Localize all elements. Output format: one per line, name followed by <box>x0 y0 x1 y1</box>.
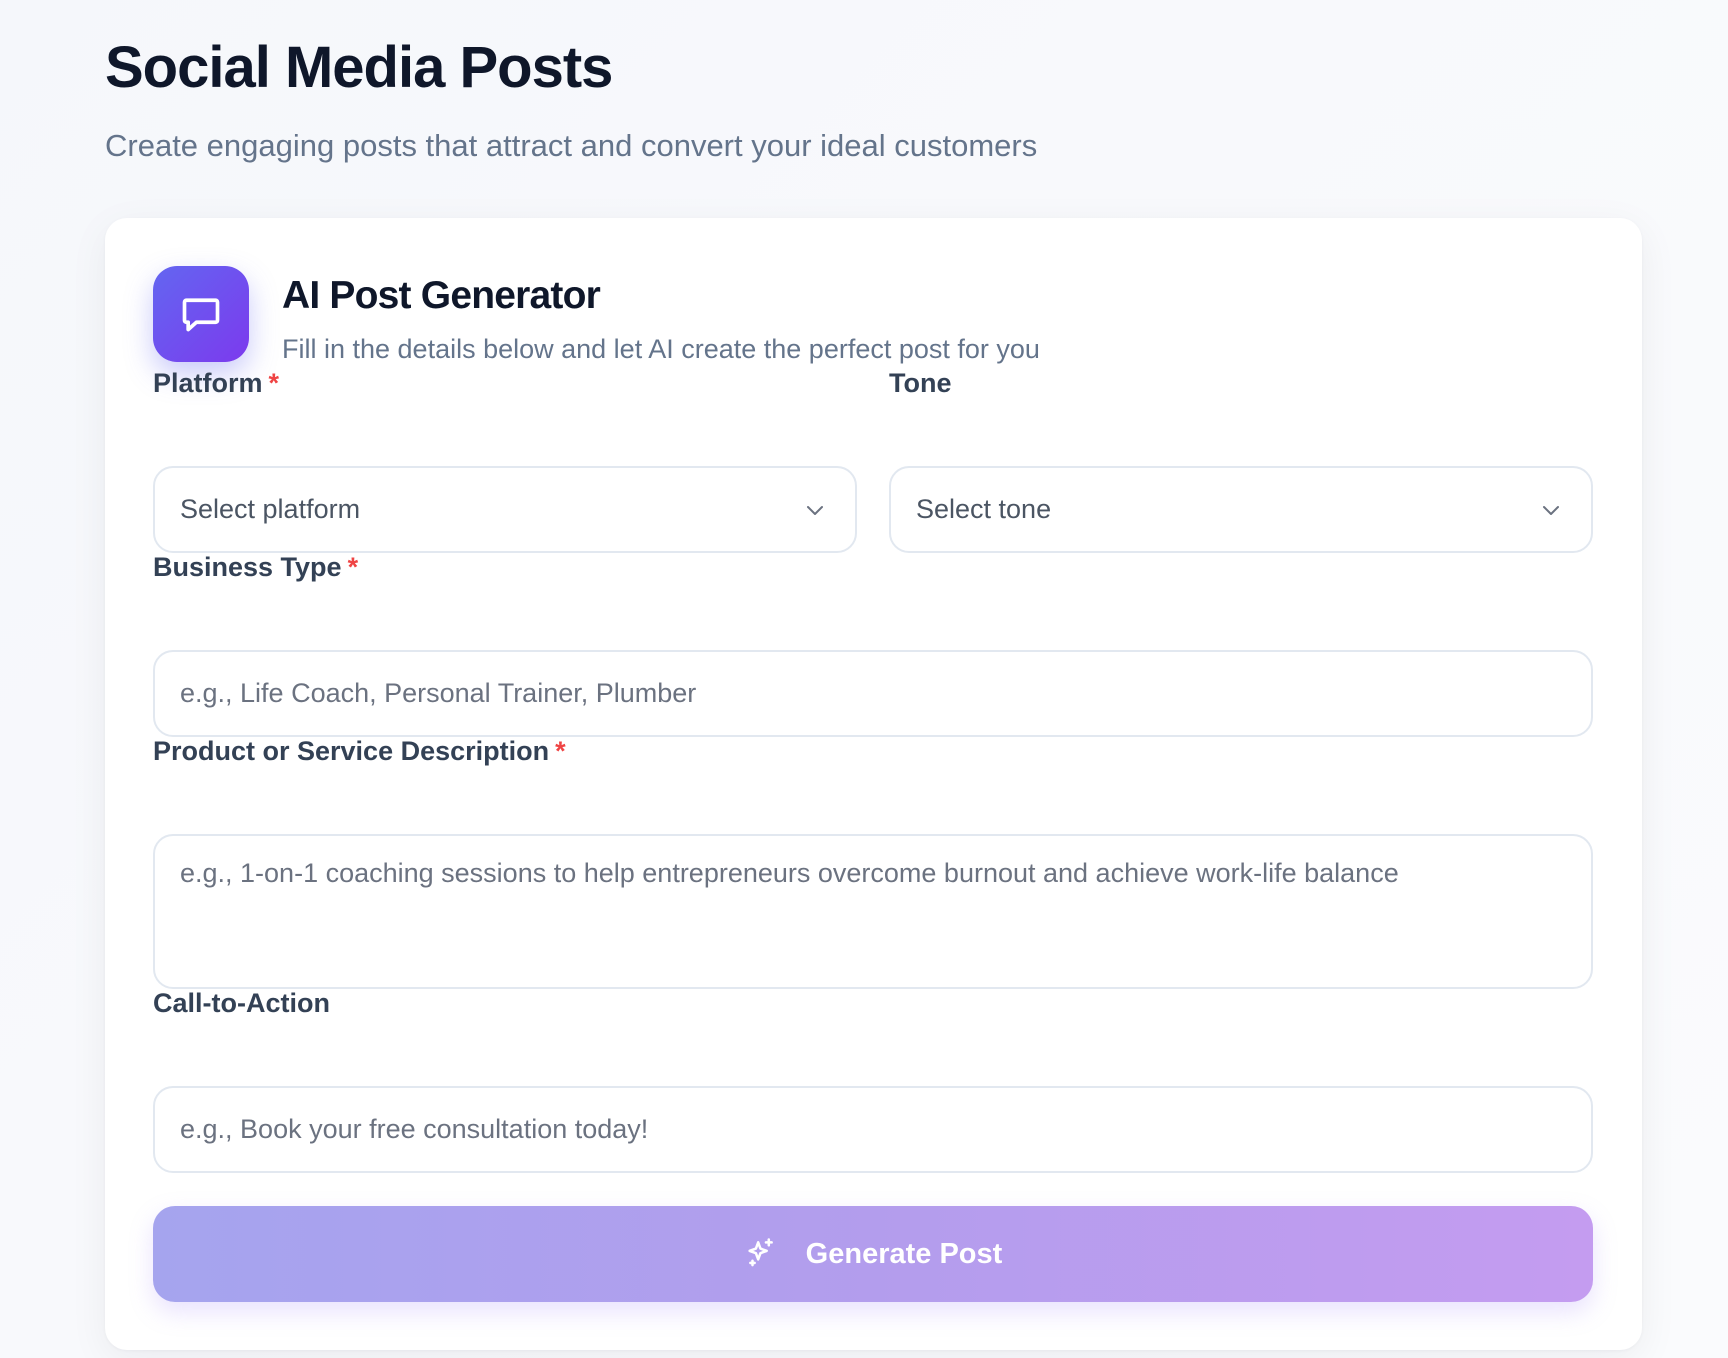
required-marker: * <box>555 736 566 766</box>
generator-title: AI Post Generator <box>282 274 601 317</box>
description-textarea[interactable] <box>153 834 1593 989</box>
chevron-down-icon <box>1539 498 1563 522</box>
business-type-label-text: Business Type <box>153 552 342 582</box>
chevron-down-icon <box>803 498 827 522</box>
chat-bubble-icon <box>153 266 249 362</box>
generate-post-button[interactable]: Generate Post <box>153 1206 1593 1302</box>
generator-subtitle: Fill in the details below and let AI cre… <box>282 334 1040 364</box>
platform-select-value: Select platform <box>180 494 361 524</box>
tone-select-value: Select tone <box>916 494 1052 524</box>
generate-post-label: Generate Post <box>805 1237 1003 1270</box>
cta-label: Call-to-Action <box>153 988 330 1018</box>
business-type-label: Business Type * <box>153 552 358 583</box>
sparkles-icon <box>744 1236 778 1273</box>
page-subtitle: Create engaging posts that attract and c… <box>105 128 1038 163</box>
platform-label-text: Platform <box>153 368 263 398</box>
required-marker: * <box>347 552 359 582</box>
platform-label: Platform * <box>153 368 279 399</box>
description-label-text: Product or Service Description <box>153 736 550 766</box>
business-type-input[interactable] <box>153 650 1593 737</box>
required-marker: * <box>268 368 280 398</box>
tone-label: Tone <box>889 368 952 398</box>
tone-select[interactable]: Select tone <box>889 466 1593 553</box>
cta-input[interactable] <box>153 1086 1593 1173</box>
platform-select[interactable]: Select platform <box>153 466 857 553</box>
page-title: Social Media Posts <box>105 35 613 100</box>
post-generator-card: AI Post Generator Fill in the details be… <box>105 218 1642 1350</box>
description-label: Product or Service Description * <box>153 736 566 767</box>
